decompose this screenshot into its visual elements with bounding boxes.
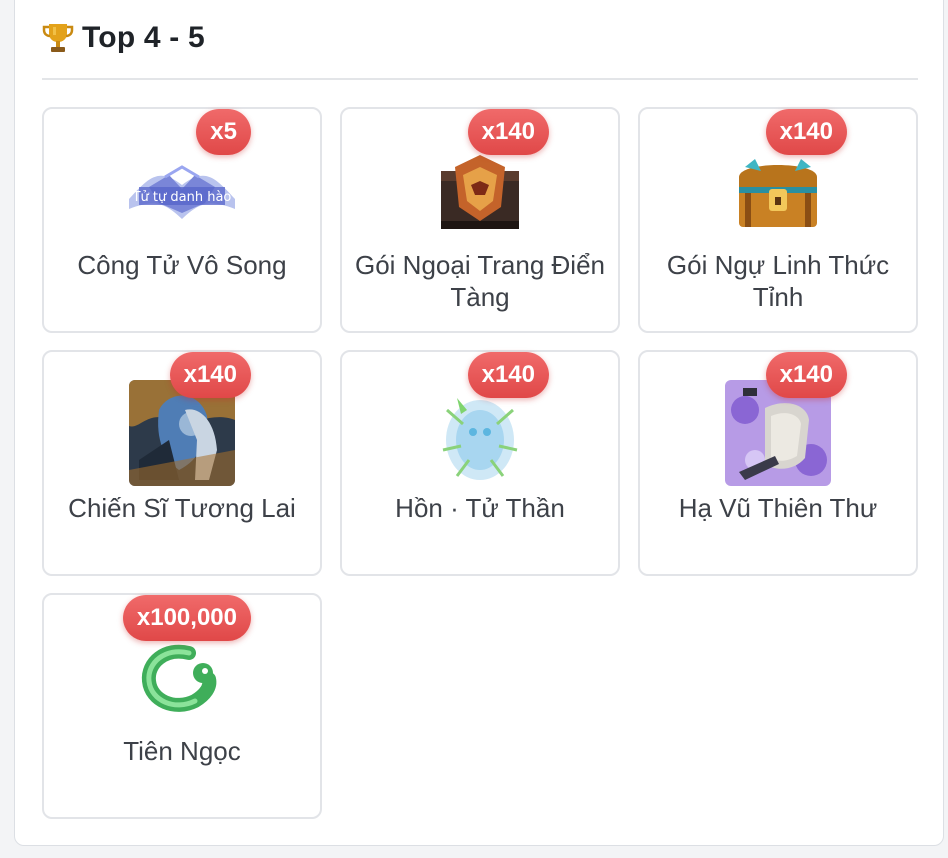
quantity-badge: x100,000 bbox=[122, 595, 251, 641]
reward-card[interactable]: x140 Chiến Sĩ Tương Lai bbox=[42, 350, 322, 576]
quantity-badge: x140 bbox=[765, 109, 847, 155]
svg-text:Tử tự danh hào: Tử tự danh hào bbox=[132, 190, 232, 205]
quantity-badge: x140 bbox=[467, 352, 549, 398]
reward-card[interactable]: x140 Gói Ngự Linh Thức Tỉnh bbox=[638, 107, 918, 333]
item-name: Hạ Vũ Thiên Thư bbox=[678, 493, 878, 523]
item-name: Tiên Ngọc bbox=[123, 736, 241, 766]
section-header: Top 4 - 5 bbox=[42, 18, 205, 58]
section-title: Top 4 - 5 bbox=[82, 21, 205, 54]
quantity-badge: x140 bbox=[765, 352, 847, 398]
reward-card[interactable]: x140 Hạ Vũ Thiên Thư bbox=[638, 350, 918, 576]
item-name: Công Tử Vô Song bbox=[77, 250, 287, 280]
quantity-badge: x140 bbox=[169, 352, 251, 398]
header-divider bbox=[42, 78, 918, 80]
item-name: Hồn · Tử Thần bbox=[395, 493, 565, 523]
item-name: Chiến Sĩ Tương Lai bbox=[68, 493, 296, 523]
reward-card[interactable]: Tử tự danh hào x5 Công Tử Vô Song bbox=[42, 107, 322, 333]
reward-card[interactable]: x100,000 Tiên Ngọc bbox=[42, 593, 322, 819]
item-name: Gói Ngoại Trang Điển Tàng bbox=[354, 250, 606, 312]
reward-grid: Tử tự danh hào x5 Công Tử Vô Song x140 G… bbox=[42, 107, 918, 819]
quantity-badge: x140 bbox=[467, 109, 549, 155]
quantity-badge: x5 bbox=[196, 109, 251, 155]
reward-card[interactable]: x140 Gói Ngoại Trang Điển Tàng bbox=[340, 107, 620, 333]
trophy-icon bbox=[42, 24, 74, 52]
reward-card[interactable]: x140 Hồn · Tử Thần bbox=[340, 350, 620, 576]
item-name: Gói Ngự Linh Thức Tỉnh bbox=[666, 250, 890, 312]
